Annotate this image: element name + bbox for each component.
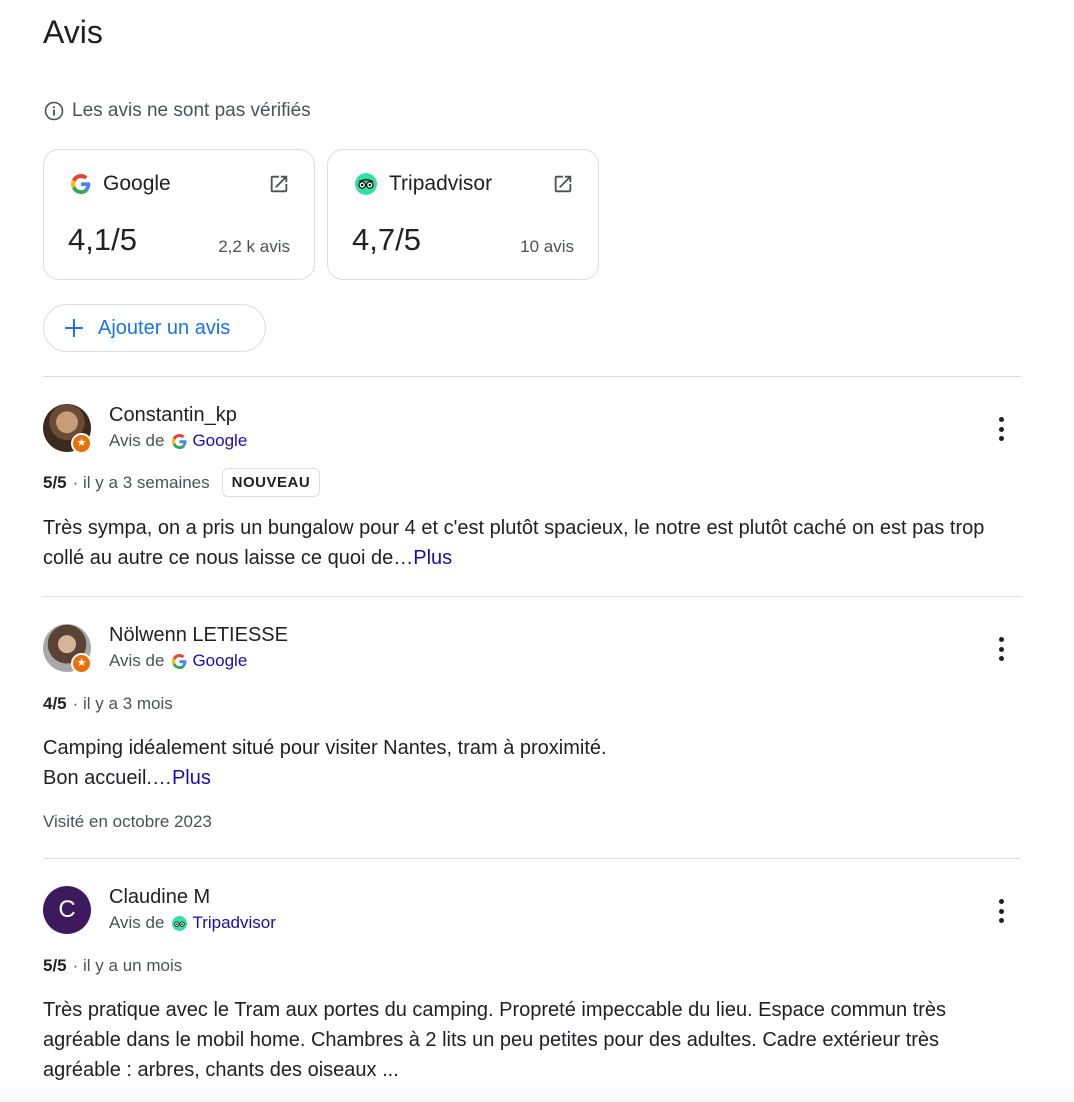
avatar[interactable]: C: [43, 886, 91, 934]
source-link[interactable]: Tripadvisor: [172, 913, 276, 933]
google-brand-name: Google: [103, 172, 171, 195]
open-external-icon[interactable]: [552, 173, 574, 195]
add-review-button[interactable]: Ajouter un avis: [43, 304, 266, 352]
review-source: Avis de Google: [109, 651, 247, 671]
google-review-count: 2,2 k avis: [218, 237, 290, 256]
review-time: · il y a 3 mois: [72, 694, 173, 713]
page-title: Avis: [43, 14, 103, 50]
tripadvisor-review-count: 10 avis: [520, 237, 574, 256]
visit-date: Visité en octobre 2023: [43, 812, 212, 831]
review-author[interactable]: Constantin_kp: [109, 404, 237, 427]
unverified-notice: Les avis ne sont pas vérifiés: [44, 100, 311, 122]
review-author[interactable]: Nölwenn LETIESSE: [109, 624, 288, 647]
review-meta: 5/5 · il y a 3 semaines NOUVEAU: [43, 468, 321, 497]
divider: [43, 596, 1021, 597]
add-review-label: Ajouter un avis: [98, 316, 231, 339]
divider: [43, 376, 1021, 377]
review-author[interactable]: Claudine M: [109, 886, 210, 909]
review-rating: 4/5: [43, 694, 67, 713]
review-rating: 5/5: [43, 472, 67, 492]
review-rating: 5/5: [43, 956, 67, 975]
review-text: Très sympa, on a pris un bungalow pour 4…: [43, 517, 985, 569]
review-source: Avis de Tripadvisor: [109, 913, 276, 933]
review-source: Avis de Google: [109, 431, 247, 451]
open-external-icon[interactable]: [268, 173, 290, 195]
more-link[interactable]: Plus: [172, 767, 211, 789]
more-options-icon[interactable]: [991, 898, 1011, 924]
info-icon: [44, 101, 64, 121]
source-name: Google: [192, 431, 248, 450]
tripadvisor-brand: Tripadvisor: [355, 172, 492, 196]
review-text: Très pratique avec le Tram aux portes du…: [43, 999, 947, 1081]
review-text: Camping idéalement situé pour visiter Na…: [43, 737, 607, 789]
notice-text: Les avis ne sont pas vérifiés: [72, 100, 311, 121]
new-badge: NOUVEAU: [221, 468, 321, 497]
scroll-fade: [0, 1078, 1074, 1102]
review-item: ★ Constantin_kp Avis de Google 5/5 · il …: [43, 404, 1021, 584]
source-link[interactable]: Google: [172, 651, 247, 671]
source-name: Tripadvisor: [192, 913, 276, 932]
review-time: · il y a un mois: [72, 956, 183, 975]
review-time: · il y a 3 semaines: [72, 472, 210, 492]
source-prefix: Avis de: [109, 913, 165, 932]
local-guide-badge-icon: ★: [71, 433, 92, 454]
more-options-icon[interactable]: [991, 636, 1011, 662]
google-rating-card[interactable]: Google 4,1/5 2,2 k avis: [43, 149, 315, 280]
more-options-icon[interactable]: [991, 416, 1011, 442]
google-logo-icon: [172, 433, 187, 449]
google-logo-icon: [172, 653, 187, 669]
review-meta: 5/5 · il y a un mois: [43, 956, 182, 976]
tripadvisor-score: 4,7/5: [352, 222, 421, 257]
local-guide-badge-icon: ★: [71, 653, 92, 674]
source-prefix: Avis de: [109, 431, 165, 450]
source-link[interactable]: Google: [172, 431, 247, 451]
google-logo-icon: [71, 174, 91, 194]
tripadvisor-logo-icon: [172, 915, 188, 931]
google-brand: Google: [71, 172, 171, 196]
review-item: ★ Nölwenn LETIESSE Avis de Google 4/5 · …: [43, 624, 1021, 844]
google-score: 4,1/5: [68, 222, 137, 257]
review-meta: 4/5 · il y a 3 mois: [43, 694, 173, 714]
source-name: Google: [192, 651, 248, 670]
tripadvisor-logo-icon: [355, 173, 377, 195]
plus-icon: [65, 319, 83, 337]
more-link[interactable]: Plus: [413, 547, 452, 569]
divider: [43, 858, 1021, 859]
tripadvisor-brand-name: Tripadvisor: [389, 172, 493, 195]
tripadvisor-rating-card[interactable]: Tripadvisor 4,7/5 10 avis: [327, 149, 599, 280]
review-item: C Claudine M Avis de Tripadvisor 5/5 · i…: [43, 886, 1021, 1096]
source-prefix: Avis de: [109, 651, 165, 670]
